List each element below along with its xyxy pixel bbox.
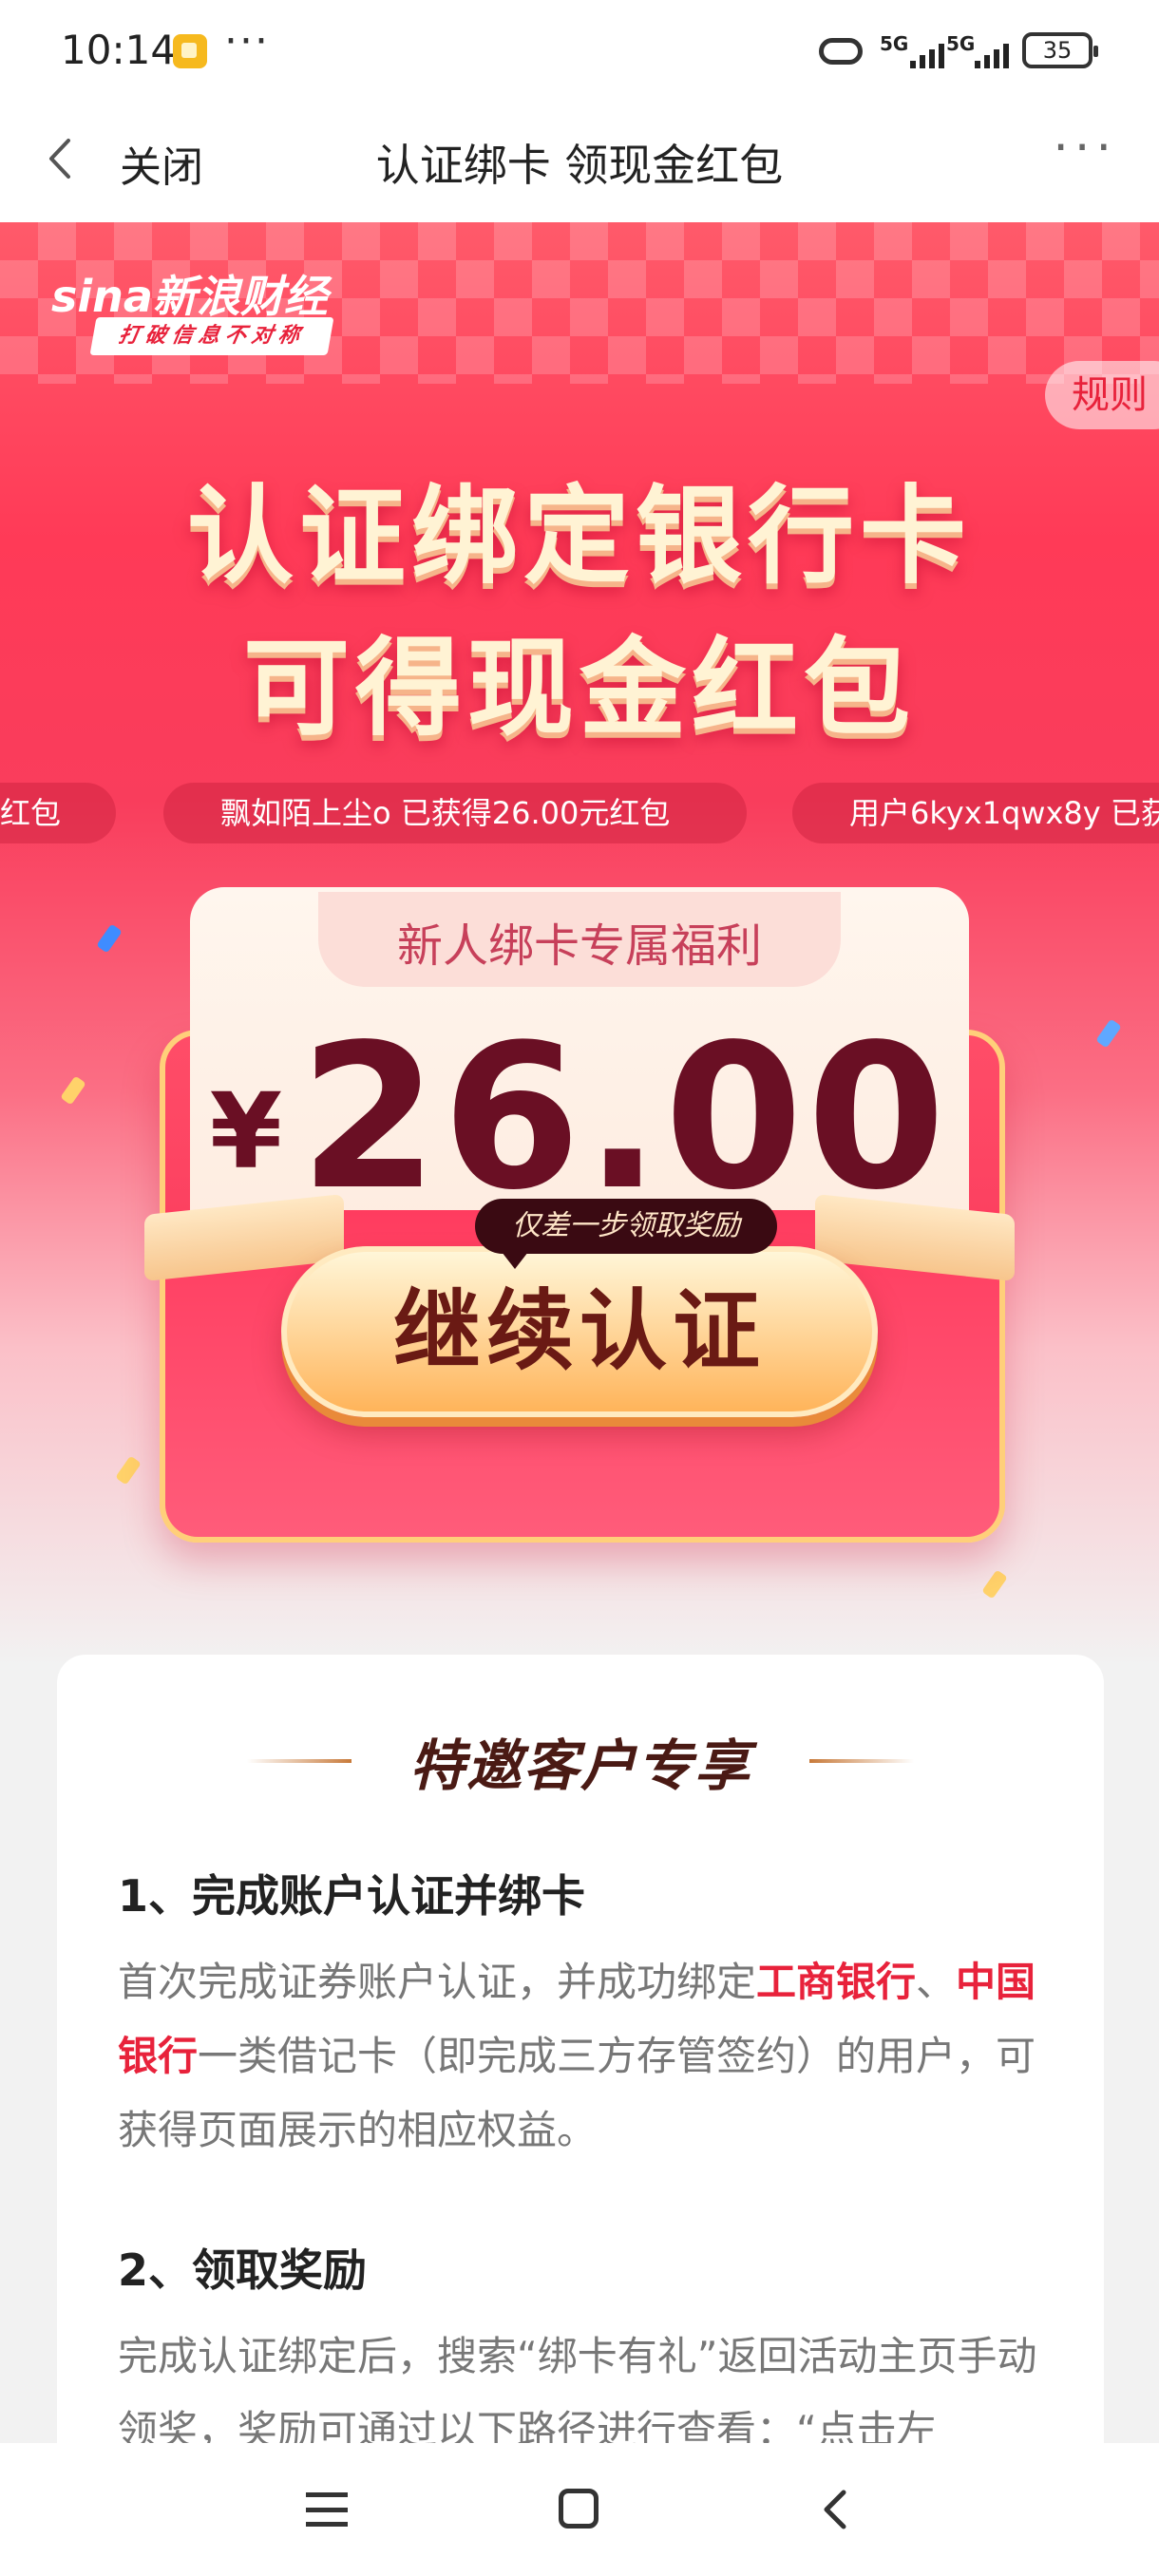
status-time: 10:14 — [61, 27, 177, 73]
logo-brand-text: sina新浪财经 — [51, 271, 328, 322]
confetti-decoration — [115, 1455, 142, 1486]
signal-bars-1-icon — [910, 44, 944, 68]
nav-back-icon[interactable] — [815, 2489, 857, 2530]
confetti-decoration — [96, 923, 123, 954]
rules-button[interactable]: 规则 — [1045, 361, 1159, 429]
section-1-text-b: 一类借记卡（即完成三方存管签约）的用户，可获得页面展示的相应权益。 — [118, 2033, 1036, 2153]
ticker-item: 红包 — [0, 783, 116, 843]
section-1-text-a: 首次完成证券账户认证，并成功绑定 — [118, 1959, 757, 2005]
hero-banner: sina新浪财经 打破信息不对称 规则 认证绑定银行卡 可得现金红包 红包 飘如… — [0, 222, 1159, 1666]
menu-icon[interactable] — [306, 2492, 348, 2527]
more-options-icon[interactable]: ··· — [1053, 120, 1117, 177]
ticker-item: 用户6kyx1qwx8y 已获 — [792, 783, 1159, 843]
notification-icon — [173, 34, 207, 68]
continue-verification-button[interactable]: 继续认证 — [281, 1246, 878, 1417]
battery-icon: 35 — [1022, 32, 1098, 68]
ticker-item: 飘如陌上尘o 已获得26.00元红包 — [163, 783, 747, 843]
card-title: 特邀客户专享 — [408, 1733, 751, 1798]
headline-line-1: 认证绑定银行卡 — [187, 475, 972, 598]
logo-slogan: 打破信息不对称 — [89, 317, 334, 355]
confetti-decoration — [981, 1569, 1008, 1600]
more-notifications-icon: ··· — [224, 17, 270, 66]
status-bar: 10:14 ··· 5G 5G 35 — [0, 0, 1159, 99]
home-icon[interactable] — [559, 2489, 598, 2529]
reward-tooltip: 仅差一步领取奖励 — [475, 1199, 777, 1269]
separator: 、 — [916, 1959, 957, 2005]
currency-symbol: ¥ — [209, 1070, 283, 1192]
sina-finance-logo: sina新浪财经 打破信息不对称 — [51, 262, 336, 357]
info-card: 特邀客户专享 1、完成账户认证并绑卡 首次完成证券账户认证，并成功绑定工商银行、… — [57, 1655, 1104, 2576]
section-1-body: 首次完成证券账户认证，并成功绑定工商银行、中国银行一类借记卡（即完成三方存管签约… — [118, 1945, 1058, 2168]
section-2-title: 2、领取奖励 — [118, 2245, 368, 2296]
headline-line-2: 可得现金红包 — [243, 627, 916, 750]
title-bar: 关闭 认证绑卡 领现金红包 ··· — [0, 99, 1159, 222]
link-icon — [819, 38, 863, 65]
bank-name-icbc: 工商银行 — [756, 1959, 917, 2005]
signal-bars-2-icon — [975, 44, 1009, 68]
page-title: 认证绑卡 领现金红包 — [375, 140, 784, 191]
title-divider-right — [809, 1759, 914, 1763]
system-nav-bar — [0, 2443, 1159, 2576]
signal-label-2: 5G — [946, 32, 976, 55]
signal-label-1: 5G — [880, 32, 909, 55]
section-1-title: 1、完成账户认证并绑卡 — [118, 1870, 586, 1922]
envelope-tab-label: 新人绑卡专属福利 — [396, 919, 762, 973]
